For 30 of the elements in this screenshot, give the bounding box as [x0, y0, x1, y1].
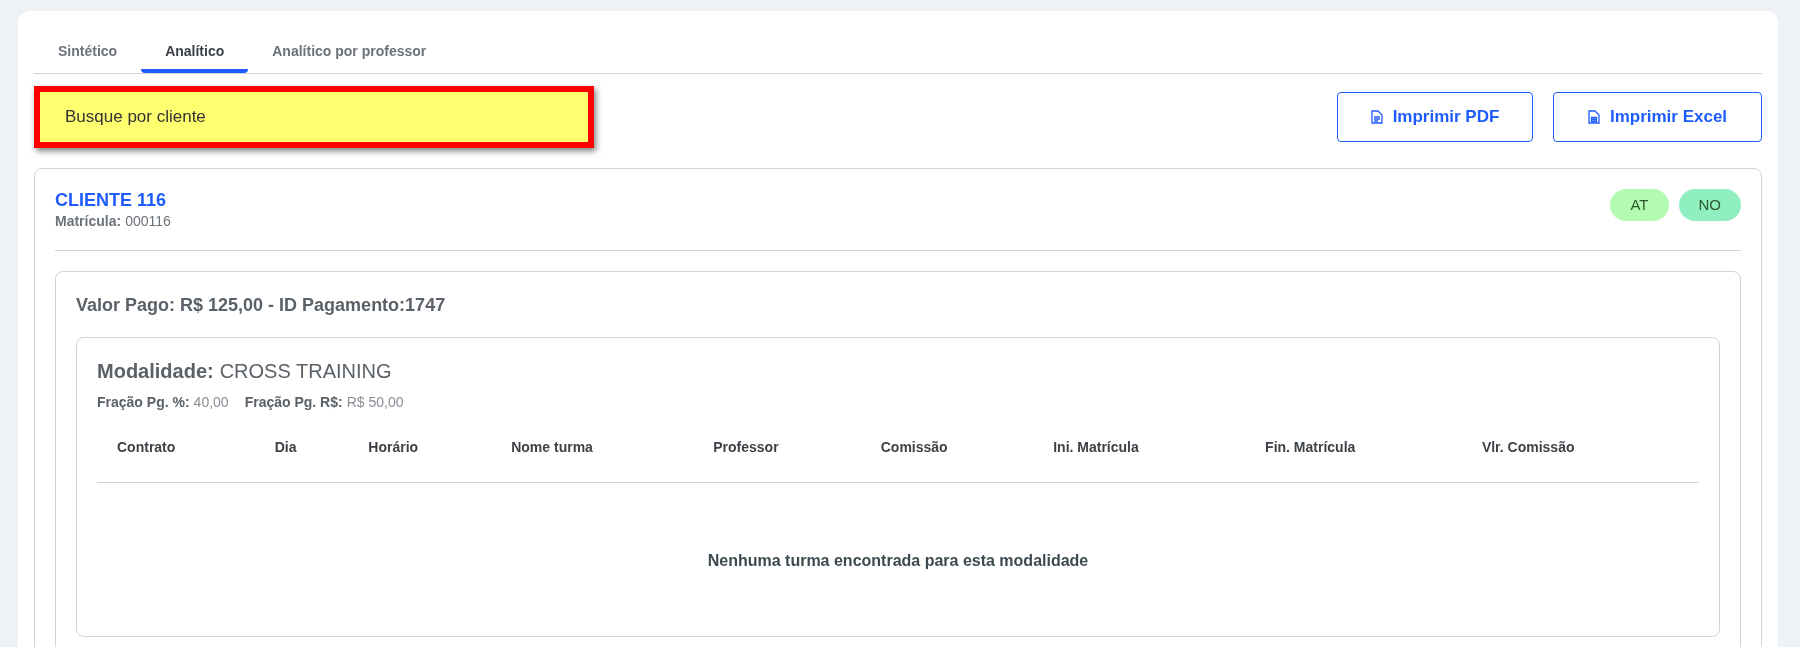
tab[interactable]: Sintético [34, 41, 142, 73]
payment-title: Valor Pago: R$ 125,00 - ID Pagamento:1747 [76, 294, 447, 317]
document-icon [1370, 110, 1383, 124]
column-header: Nome turma [511, 438, 594, 457]
search-field[interactable]: Busque por cliente [40, 92, 588, 142]
client-name: CLIENTE 116 [55, 189, 168, 211]
column-header: Comissão [880, 438, 949, 457]
fraction-value: 40,00 [193, 393, 229, 412]
modality-label: Modalidade: [97, 359, 214, 384]
column-header: Fin. Matrícula [1265, 438, 1357, 457]
tab[interactable]: Analítico por professor [248, 41, 451, 73]
registration-value: 000116 [125, 212, 171, 231]
modality-name: CROSS TRAINING [219, 359, 392, 384]
empty-message: Nenhuma turma encontrada para esta modalidade [707, 551, 1089, 571]
column-header: Dia [274, 438, 298, 457]
fraction-label: Fração Pg. R$: [244, 393, 343, 412]
document-icon [1587, 110, 1600, 124]
column-header: Horário [368, 438, 420, 457]
column-header: Contrato [117, 438, 177, 457]
column-header: Professor [713, 438, 780, 457]
status-badge: NO [1678, 189, 1741, 221]
fraction-label: Fração Pg. %: [97, 393, 190, 412]
status-badge: AT [1610, 189, 1669, 221]
fraction-value: R$ 50,00 [346, 393, 404, 412]
column-header: Ini. Matrícula [1053, 438, 1140, 457]
print-button[interactable]: Imprimir Excel [1553, 92, 1762, 142]
tab[interactable]: Analítico [141, 41, 249, 73]
print-button[interactable]: Imprimir PDF [1337, 92, 1533, 142]
column-header: Vlr. Comissão [1481, 438, 1576, 457]
registration-label: Matrícula: [55, 212, 122, 231]
